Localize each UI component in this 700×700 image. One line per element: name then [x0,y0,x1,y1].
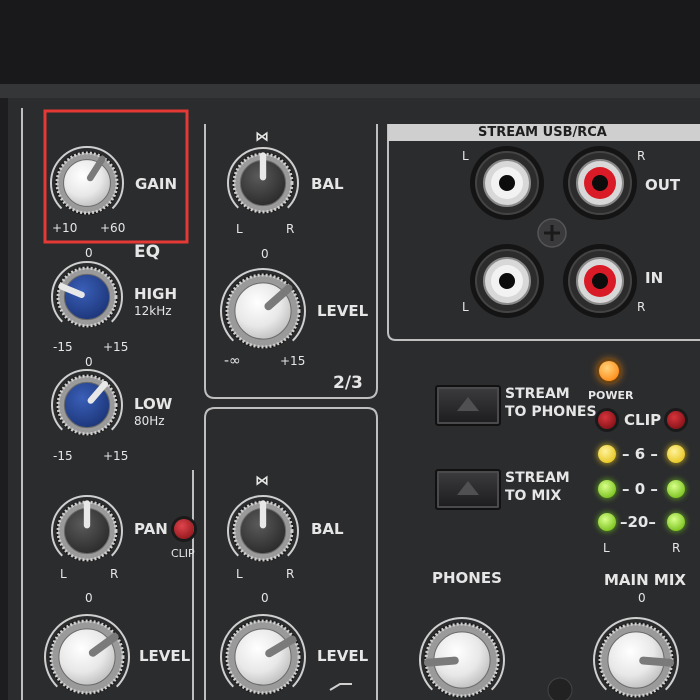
ground-screw [537,218,567,248]
in-right-label: R [637,300,646,314]
pan-left-label: L [60,567,67,581]
ch23-bal-right-label: R [286,222,295,236]
main-mix-top-label: 0 [638,591,646,605]
out-label: OUT [645,176,681,194]
low-max-label: +15 [103,449,129,463]
power-led [599,361,619,381]
meter-0-led-right [667,480,685,498]
left-rail [0,98,8,700]
ch1-level-label: LEVEL [139,647,191,665]
ch1-clip-led [174,519,194,539]
stream-title: STREAM USB/RCA [478,125,607,140]
ch23-bal-label: BAL [311,175,344,193]
meter-20-led-left [598,513,616,531]
low-top-label: 0 [85,355,93,369]
in-label: IN [645,269,664,287]
meter-left-label: L [603,541,610,555]
ch45-level-label: LEVEL [317,647,369,665]
panel-edge [0,84,700,98]
stream-to-mix-button-triangle-icon [457,481,479,495]
ch23-level-min-label: -∞ [224,353,241,369]
gain-max-label: +60 [100,221,126,235]
stream-to-phones-button-triangle-icon [457,397,479,411]
phones-label: PHONES [432,569,502,587]
ch1-clip-label: CLIP [171,547,195,560]
ch45-bal-left-label: L [236,567,243,581]
top-strip [0,0,700,84]
ch45-bal-label: BAL [311,520,344,538]
in-left-label: L [462,300,469,314]
meter-clip-label: CLIP [624,411,662,429]
ch23-level-top-label: 0 [261,247,269,261]
meter-6-led-right [667,445,685,463]
rca-out-right[interactable] [563,146,637,220]
high-min-label: -15 [53,340,73,354]
gain-min-label: +10 [52,221,78,235]
rca-out-left[interactable] [470,146,544,220]
stream-to-phones-line1: STREAM [505,386,570,402]
stream-to-phones-line2: TO PHONES [505,404,597,420]
ch45-level-top-label: 0 [261,591,269,605]
meter-20-label: –20– [620,513,656,531]
ch45-bal-symbol: ⋈ [255,473,269,489]
ch23-bal-left-label: L [236,222,243,236]
high-top-label: 0 [85,246,93,260]
ch45-bal-right-label: R [286,567,295,581]
rca-in-left[interactable] [470,244,544,318]
stream-to-mix-button[interactable] [435,469,501,510]
power-label: POWER [588,389,634,402]
high-label: HIGH [134,285,178,303]
eq-title: EQ [134,242,161,262]
meter-6-led-left [598,445,616,463]
clip-led-left [598,411,616,429]
low-min-label: -15 [53,449,73,463]
bottom-screw-left [547,677,573,700]
stream-to-mix-line2: TO MIX [505,488,562,504]
gain-label: GAIN [135,175,178,193]
out-right-label: R [637,149,646,163]
pan-label: PAN [134,520,168,538]
meter-0-label: – 0 – [622,480,658,498]
meter-right-label: R [672,541,681,555]
low-label: LOW [134,395,173,413]
ch23-level-label: LEVEL [317,302,369,320]
mixer-panel: GAIN +10 +60 EQ 0 HIGH 12kHz -15 +15 0 L… [0,0,700,700]
high-freq-label: 12kHz [134,304,172,318]
main-mix-label: MAIN MIX [604,571,686,589]
high-max-label: +15 [103,340,129,354]
ch1-level-top-label: 0 [85,591,93,605]
rca-in-right[interactable] [563,244,637,318]
pan-right-label: R [110,567,119,581]
ch23-level-max-label: +15 [280,354,306,368]
out-left-label: L [462,149,469,163]
stream-to-phones-button[interactable] [435,385,501,426]
stream-to-mix-line1: STREAM [505,470,570,486]
ch23-bal-symbol: ⋈ [255,129,269,145]
meter-6-label: – 6 – [622,445,658,463]
meter-20-led-right [667,513,685,531]
meter-0-led-left [598,480,616,498]
low-freq-label: 80Hz [134,414,165,428]
clip-led-right [667,411,685,429]
ch23-name: 2/3 [333,373,363,393]
